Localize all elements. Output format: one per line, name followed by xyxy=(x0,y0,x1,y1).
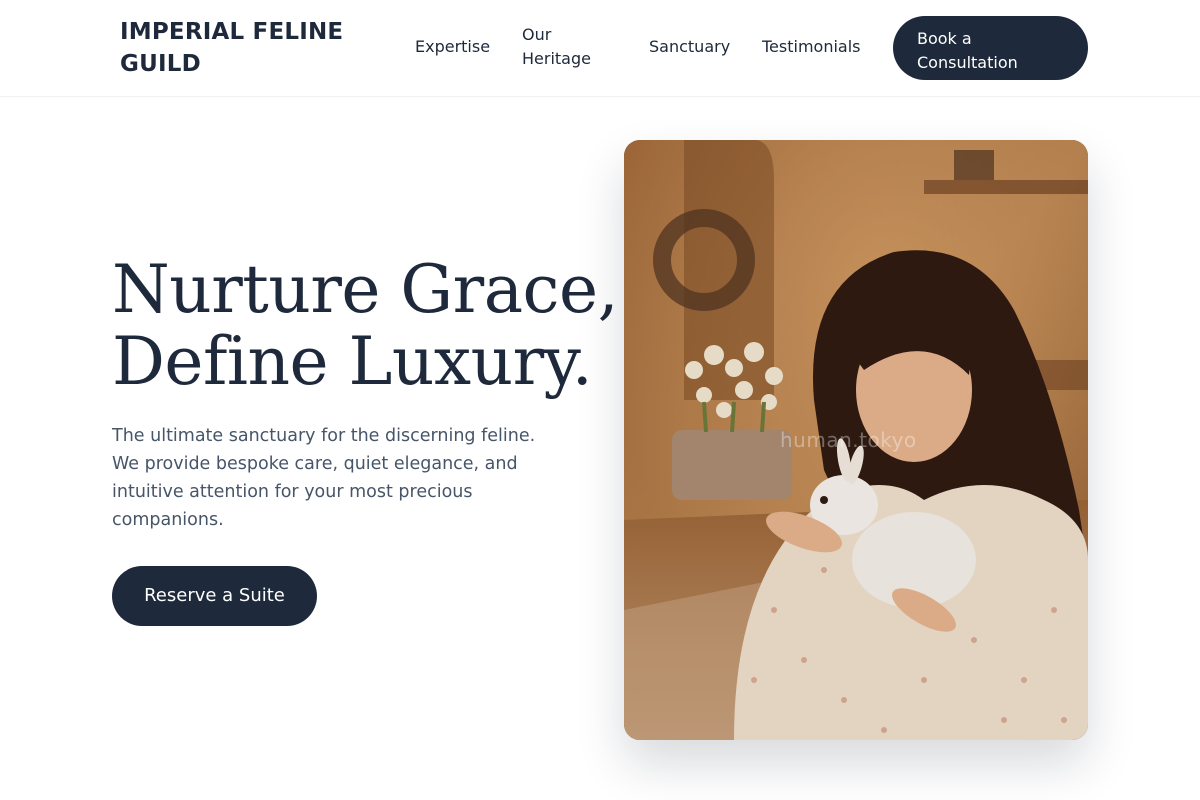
brand-logo[interactable]: IMPERIAL FELINE GUILD xyxy=(120,16,360,80)
reserve-suite-button[interactable]: Reserve a Suite xyxy=(112,566,317,626)
nav-link-sanctuary[interactable]: Sanctuary xyxy=(649,35,730,59)
nav-link-our-heritage[interactable]: Our Heritage xyxy=(522,23,602,71)
site-header: IMPERIAL FELINE GUILD Expertise Our Heri… xyxy=(0,0,1200,97)
image-watermark: human.tokyo xyxy=(780,428,917,452)
nav-link-testimonials[interactable]: Testimonials xyxy=(762,35,861,59)
book-consultation-button[interactable]: Book a Consultation xyxy=(893,16,1088,80)
nav-link-expertise[interactable]: Expertise xyxy=(415,35,490,59)
hero-title-line-1: Nurture Grace, xyxy=(112,251,619,328)
hero-title-line-2: Define Luxury. xyxy=(112,323,593,400)
hero-description: The ultimate sanctuary for the discernin… xyxy=(112,426,536,530)
hero-image: human.tokyo xyxy=(624,140,1088,740)
hero-title: Nurture Grace, Define Luxury. xyxy=(112,251,619,400)
